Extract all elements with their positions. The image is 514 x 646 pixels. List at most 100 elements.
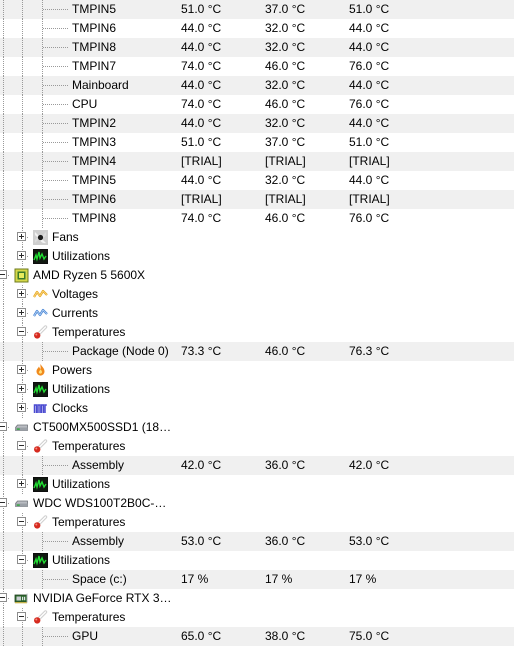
- group-node-row[interactable]: Utilizations: [0, 475, 514, 494]
- sensor-max: 53.0 °C: [349, 534, 390, 548]
- sensor-value: 65.0 °C: [181, 629, 222, 643]
- device-node-row[interactable]: WDC WDS100T2B0C-…: [0, 494, 514, 513]
- tree-guide-line: [3, 133, 4, 152]
- sensor-label: TMPIN8: [72, 40, 117, 54]
- sensor-row[interactable]: GPU 65.0 °C 38.0 °C 75.0 °C: [0, 627, 514, 646]
- tree-guide-line: [3, 285, 4, 304]
- sensor-value: 74.0 °C: [181, 211, 222, 225]
- sensor-row[interactable]: TMPIN2 44.0 °C 32.0 °C 44.0 °C: [0, 114, 514, 133]
- group-node-row[interactable]: Temperatures: [0, 608, 514, 627]
- tree-guide-line: [3, 19, 4, 38]
- sensor-row[interactable]: TMPIN5 44.0 °C 32.0 °C 44.0 °C: [0, 171, 514, 190]
- thermometer-icon: [33, 515, 48, 530]
- sensor-min: 17 %: [265, 572, 293, 586]
- sensor-row[interactable]: TMPIN6 44.0 °C 32.0 °C 44.0 °C: [0, 19, 514, 38]
- thermometer-icon: [33, 325, 48, 340]
- collapse-node-button[interactable]: [0, 270, 7, 279]
- sensor-max: 76.3 °C: [349, 344, 390, 358]
- sensor-row[interactable]: CPU 74.0 °C 46.0 °C 76.0 °C: [0, 95, 514, 114]
- sensor-label: Temperatures: [52, 610, 126, 624]
- device-node-row[interactable]: NVIDIA GeForce RTX 3…: [0, 589, 514, 608]
- expand-node-button[interactable]: [17, 365, 26, 374]
- sensor-label: WDC WDS100T2B0C-…: [33, 496, 167, 510]
- sensor-min: 38.0 °C: [265, 629, 306, 643]
- expand-node-button[interactable]: [17, 289, 26, 298]
- sensor-row[interactable]: TMPIN7 74.0 °C 46.0 °C 76.0 °C: [0, 57, 514, 76]
- group-node-row[interactable]: Temperatures: [0, 437, 514, 456]
- group-node-row[interactable]: Currents: [0, 304, 514, 323]
- collapse-node-button[interactable]: [17, 612, 26, 621]
- sensor-value: 74.0 °C: [181, 97, 222, 111]
- cpu-chip-icon: [14, 268, 29, 283]
- sensor-row[interactable]: TMPIN8 44.0 °C 32.0 °C 44.0 °C: [0, 38, 514, 57]
- sensor-min: 32.0 °C: [265, 173, 306, 187]
- group-node-row[interactable]: Utilizations: [0, 247, 514, 266]
- sensor-max: 17 %: [349, 572, 377, 586]
- sensor-max: 44.0 °C: [349, 40, 390, 54]
- collapse-node-button[interactable]: [17, 555, 26, 564]
- sensor-label: Assembly: [72, 458, 125, 472]
- sensor-row[interactable]: Space (c:) 17 % 17 % 17 %: [0, 570, 514, 589]
- sensor-row[interactable]: TMPIN4 [TRIAL] [TRIAL] [TRIAL]: [0, 152, 514, 171]
- utilization-icon: [33, 553, 48, 568]
- sensor-value: 44.0 °C: [181, 40, 222, 54]
- collapse-node-button[interactable]: [0, 593, 7, 602]
- tree-guide-line: [22, 627, 23, 646]
- sensor-value: 53.0 °C: [181, 534, 222, 548]
- sensor-tree[interactable]: TMPIN5 51.0 °C 37.0 °C 51.0 °C TMPIN6 44.0 °C…: [0, 0, 514, 646]
- group-node-row[interactable]: Utilizations: [0, 551, 514, 570]
- sensor-max: 76.0 °C: [349, 97, 390, 111]
- collapse-node-button[interactable]: [0, 498, 7, 507]
- device-node-row[interactable]: AMD Ryzen 5 5600X: [0, 266, 514, 285]
- tree-guide-line: [3, 608, 4, 627]
- group-node-row[interactable]: Powers: [0, 361, 514, 380]
- sensor-label: Space (c:): [72, 572, 127, 586]
- expand-node-button[interactable]: [17, 403, 26, 412]
- sensor-label: Currents: [52, 306, 99, 320]
- sensor-label: NVIDIA GeForce RTX 3…: [33, 591, 172, 605]
- expand-node-button[interactable]: [17, 308, 26, 317]
- sensor-row[interactable]: TMPIN5 51.0 °C 37.0 °C 51.0 °C: [0, 0, 514, 19]
- tree-guide-stub: [43, 28, 68, 29]
- tree-guide-line: [3, 361, 4, 380]
- sensor-row[interactable]: TMPIN8 74.0 °C 46.0 °C 76.0 °C: [0, 209, 514, 228]
- group-node-row[interactable]: Voltages: [0, 285, 514, 304]
- collapse-node-button[interactable]: [17, 327, 26, 336]
- tree-guide-stub: [43, 66, 68, 67]
- power-flame-icon: [33, 363, 48, 378]
- expand-node-button[interactable]: [17, 232, 26, 241]
- tree-guide-line: [3, 475, 4, 494]
- collapse-node-button[interactable]: [0, 422, 7, 431]
- tree-guide-stub: [43, 579, 68, 580]
- sensor-value: 73.3 °C: [181, 344, 222, 358]
- device-node-row[interactable]: CT500MX500SSD1 (18…: [0, 418, 514, 437]
- tree-guide-line: [3, 570, 4, 589]
- sensor-row[interactable]: Mainboard 44.0 °C 32.0 °C 44.0 °C: [0, 76, 514, 95]
- sensor-row[interactable]: Package (Node 0) 73.3 °C 46.0 °C 76.3 °C: [0, 342, 514, 361]
- group-node-row[interactable]: Utilizations: [0, 380, 514, 399]
- group-node-row[interactable]: Temperatures: [0, 323, 514, 342]
- tree-guide-line: [3, 38, 4, 57]
- group-node-row[interactable]: Temperatures: [0, 513, 514, 532]
- group-node-row[interactable]: Clocks: [0, 399, 514, 418]
- sensor-min: 37.0 °C: [265, 135, 306, 149]
- fan-icon: [33, 230, 48, 245]
- sensor-min: 46.0 °C: [265, 344, 306, 358]
- sensor-row[interactable]: Assembly 42.0 °C 36.0 °C 42.0 °C: [0, 456, 514, 475]
- tree-guide-line: [22, 209, 23, 228]
- sensor-value: 44.0 °C: [181, 21, 222, 35]
- collapse-node-button[interactable]: [17, 441, 26, 450]
- sensor-row[interactable]: Assembly 53.0 °C 36.0 °C 53.0 °C: [0, 532, 514, 551]
- sensor-min: [TRIAL]: [265, 154, 306, 168]
- collapse-node-button[interactable]: [17, 517, 26, 526]
- sensor-value: 17 %: [181, 572, 209, 586]
- expand-node-button[interactable]: [17, 384, 26, 393]
- expand-node-button[interactable]: [17, 251, 26, 260]
- sensor-label: TMPIN5: [72, 173, 117, 187]
- tree-guide-line: [22, 570, 23, 589]
- group-node-row[interactable]: Fans: [0, 228, 514, 247]
- expand-node-button[interactable]: [17, 479, 26, 488]
- sensor-row[interactable]: TMPIN6 [TRIAL] [TRIAL] [TRIAL]: [0, 190, 514, 209]
- utilization-icon: [33, 477, 48, 492]
- sensor-row[interactable]: TMPIN3 51.0 °C 37.0 °C 51.0 °C: [0, 133, 514, 152]
